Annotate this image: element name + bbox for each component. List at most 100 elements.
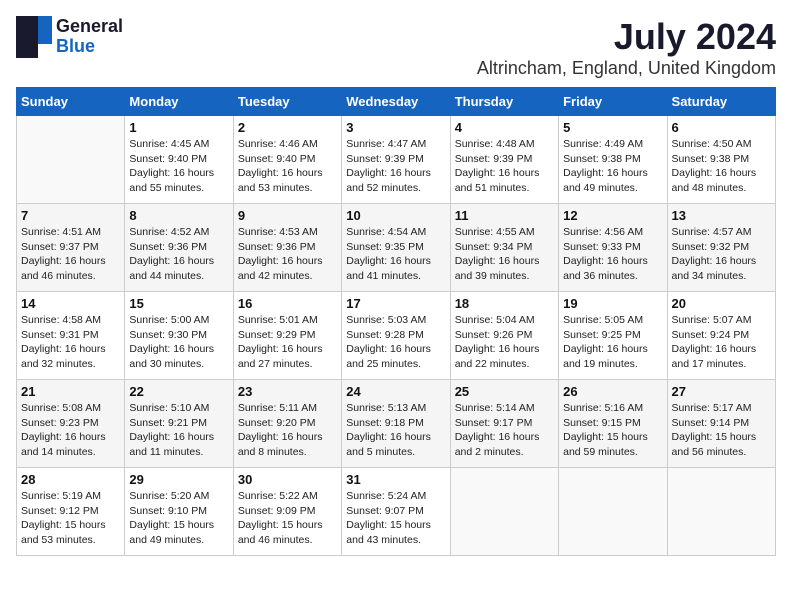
day-number: 10 (346, 208, 445, 223)
day-cell: 3 Sunrise: 4:47 AM Sunset: 9:39 PM Daylig… (342, 116, 450, 204)
day-cell: 2Sunrise: 4:46 AM Sunset: 9:40 PM Daylig… (233, 116, 341, 204)
calendar-header: SundayMondayTuesdayWednesdayThursdayFrid… (17, 88, 776, 116)
day-info: Sunrise: 5:14 AM Sunset: 9:17 PM Dayligh… (455, 401, 554, 460)
header-cell-sunday: Sunday (17, 88, 125, 116)
day-number: 5 (563, 120, 662, 135)
day-cell: 28Sunrise: 5:19 AM Sunset: 9:12 PM Dayli… (17, 468, 125, 556)
header-cell-monday: Monday (125, 88, 233, 116)
header-cell-friday: Friday (559, 88, 667, 116)
day-info: Sunrise: 4:52 AM Sunset: 9:36 PM Dayligh… (129, 225, 228, 284)
day-info: Sunrise: 4:54 AM Sunset: 9:35 PM Dayligh… (346, 225, 445, 284)
day-number: 20 (672, 296, 771, 311)
day-number: 3 (346, 120, 445, 135)
day-number: 12 (563, 208, 662, 223)
day-cell (559, 468, 667, 556)
day-number: 27 (672, 384, 771, 399)
day-info: Sunrise: 5:17 AM Sunset: 9:14 PM Dayligh… (672, 401, 771, 460)
day-number: 1 (129, 120, 228, 135)
header-cell-saturday: Saturday (667, 88, 775, 116)
day-cell: 25Sunrise: 5:14 AM Sunset: 9:17 PM Dayli… (450, 380, 558, 468)
day-number: 15 (129, 296, 228, 311)
header-cell-thursday: Thursday (450, 88, 558, 116)
day-number: 26 (563, 384, 662, 399)
day-number: 30 (238, 472, 337, 487)
day-number: 21 (21, 384, 120, 399)
day-cell: 29 Sunrise: 5:20 AM Sunset: 9:10 PM Dayli… (125, 468, 233, 556)
day-cell: 11 Sunrise: 4:55 AM Sunset: 9:34 PM Dayli… (450, 204, 558, 292)
day-info: Sunrise: 5:22 AM Sunset: 9:09 PM Dayligh… (238, 489, 337, 548)
day-info: Sunrise: 5:19 AM Sunset: 9:12 PM Dayligh… (21, 489, 120, 548)
day-info: Sunrise: 4:49 AM Sunset: 9:38 PM Dayligh… (563, 137, 662, 196)
header-cell-wednesday: Wednesday (342, 88, 450, 116)
day-number: 24 (346, 384, 445, 399)
day-number: 31 (346, 472, 445, 487)
day-cell: 26 Sunrise: 5:16 AM Sunset: 9:15 PM Dayli… (559, 380, 667, 468)
day-cell (450, 468, 558, 556)
day-info: Sunrise: 5:11 AM Sunset: 9:20 PM Dayligh… (238, 401, 337, 460)
day-cell: 18Sunrise: 5:04 AM Sunset: 9:26 PM Dayli… (450, 292, 558, 380)
day-number: 19 (563, 296, 662, 311)
header-row: SundayMondayTuesdayWednesdayThursdayFrid… (17, 88, 776, 116)
day-info: Sunrise: 4:53 AM Sunset: 9:36 PM Dayligh… (238, 225, 337, 284)
day-info: Sunrise: 5:01 AM Sunset: 9:29 PM Dayligh… (238, 313, 337, 372)
day-info: Sunrise: 5:24 AM Sunset: 9:07 PM Dayligh… (346, 489, 445, 548)
day-cell: 6Sunrise: 4:50 AM Sunset: 9:38 PM Daylig… (667, 116, 775, 204)
logo: General Blue (16, 16, 123, 58)
logo-blue-label: Blue (56, 37, 123, 57)
logo-general-label: General (56, 17, 123, 37)
location-title: Altrincham, England, United Kingdom (477, 58, 776, 79)
day-cell: 13 Sunrise: 4:57 AM Sunset: 9:32 PM Dayli… (667, 204, 775, 292)
header-cell-tuesday: Tuesday (233, 88, 341, 116)
logo-text: General Blue (56, 17, 123, 57)
day-cell: 15 Sunrise: 5:00 AM Sunset: 9:30 PM Dayli… (125, 292, 233, 380)
day-cell: 9Sunrise: 4:53 AM Sunset: 9:36 PM Daylig… (233, 204, 341, 292)
day-cell: 12 Sunrise: 4:56 AM Sunset: 9:33 PM Dayli… (559, 204, 667, 292)
day-info: Sunrise: 5:16 AM Sunset: 9:15 PM Dayligh… (563, 401, 662, 460)
day-info: Sunrise: 5:07 AM Sunset: 9:24 PM Dayligh… (672, 313, 771, 372)
week-row-4: 28Sunrise: 5:19 AM Sunset: 9:12 PM Dayli… (17, 468, 776, 556)
day-number: 23 (238, 384, 337, 399)
day-cell: 19Sunrise: 5:05 AM Sunset: 9:25 PM Dayli… (559, 292, 667, 380)
day-cell: 31 Sunrise: 5:24 AM Sunset: 9:07 PM Dayli… (342, 468, 450, 556)
day-number: 2 (238, 120, 337, 135)
day-info: Sunrise: 4:51 AM Sunset: 9:37 PM Dayligh… (21, 225, 120, 284)
day-info: Sunrise: 5:20 AM Sunset: 9:10 PM Dayligh… (129, 489, 228, 548)
day-cell: 17 Sunrise: 5:03 AM Sunset: 9:28 PM Dayli… (342, 292, 450, 380)
day-info: Sunrise: 4:57 AM Sunset: 9:32 PM Dayligh… (672, 225, 771, 284)
day-info: Sunrise: 4:58 AM Sunset: 9:31 PM Dayligh… (21, 313, 120, 372)
day-number: 14 (21, 296, 120, 311)
day-number: 11 (455, 208, 554, 223)
day-cell: 7 Sunrise: 4:51 AM Sunset: 9:37 PM Daylig… (17, 204, 125, 292)
title-area: July 2024 Altrincham, England, United Ki… (477, 16, 776, 79)
day-cell: 5 Sunrise: 4:49 AM Sunset: 9:38 PM Daylig… (559, 116, 667, 204)
day-info: Sunrise: 4:56 AM Sunset: 9:33 PM Dayligh… (563, 225, 662, 284)
day-info: Sunrise: 5:00 AM Sunset: 9:30 PM Dayligh… (129, 313, 228, 372)
week-row-1: 7 Sunrise: 4:51 AM Sunset: 9:37 PM Daylig… (17, 204, 776, 292)
header: General Blue July 2024 Altrincham, Engla… (16, 16, 776, 79)
day-number: 17 (346, 296, 445, 311)
day-info: Sunrise: 4:45 AM Sunset: 9:40 PM Dayligh… (129, 137, 228, 196)
day-cell: 23 Sunrise: 5:11 AM Sunset: 9:20 PM Dayli… (233, 380, 341, 468)
day-cell (17, 116, 125, 204)
day-number: 13 (672, 208, 771, 223)
day-cell: 21 Sunrise: 5:08 AM Sunset: 9:23 PM Dayli… (17, 380, 125, 468)
day-info: Sunrise: 5:04 AM Sunset: 9:26 PM Dayligh… (455, 313, 554, 372)
day-info: Sunrise: 4:47 AM Sunset: 9:39 PM Dayligh… (346, 137, 445, 196)
day-info: Sunrise: 5:10 AM Sunset: 9:21 PM Dayligh… (129, 401, 228, 460)
day-number: 8 (129, 208, 228, 223)
day-cell: 1 Sunrise: 4:45 AM Sunset: 9:40 PM Daylig… (125, 116, 233, 204)
logo-icon (16, 16, 52, 58)
day-info: Sunrise: 5:03 AM Sunset: 9:28 PM Dayligh… (346, 313, 445, 372)
day-info: Sunrise: 4:55 AM Sunset: 9:34 PM Dayligh… (455, 225, 554, 284)
day-info: Sunrise: 5:08 AM Sunset: 9:23 PM Dayligh… (21, 401, 120, 460)
day-cell: 20 Sunrise: 5:07 AM Sunset: 9:24 PM Dayli… (667, 292, 775, 380)
day-number: 6 (672, 120, 771, 135)
day-number: 7 (21, 208, 120, 223)
day-cell: 22Sunrise: 5:10 AM Sunset: 9:21 PM Dayli… (125, 380, 233, 468)
month-title: July 2024 (477, 16, 776, 58)
week-row-3: 21 Sunrise: 5:08 AM Sunset: 9:23 PM Dayli… (17, 380, 776, 468)
day-info: Sunrise: 5:13 AM Sunset: 9:18 PM Dayligh… (346, 401, 445, 460)
day-cell: 27 Sunrise: 5:17 AM Sunset: 9:14 PM Dayli… (667, 380, 775, 468)
day-cell: 8 Sunrise: 4:52 AM Sunset: 9:36 PM Daylig… (125, 204, 233, 292)
day-number: 29 (129, 472, 228, 487)
